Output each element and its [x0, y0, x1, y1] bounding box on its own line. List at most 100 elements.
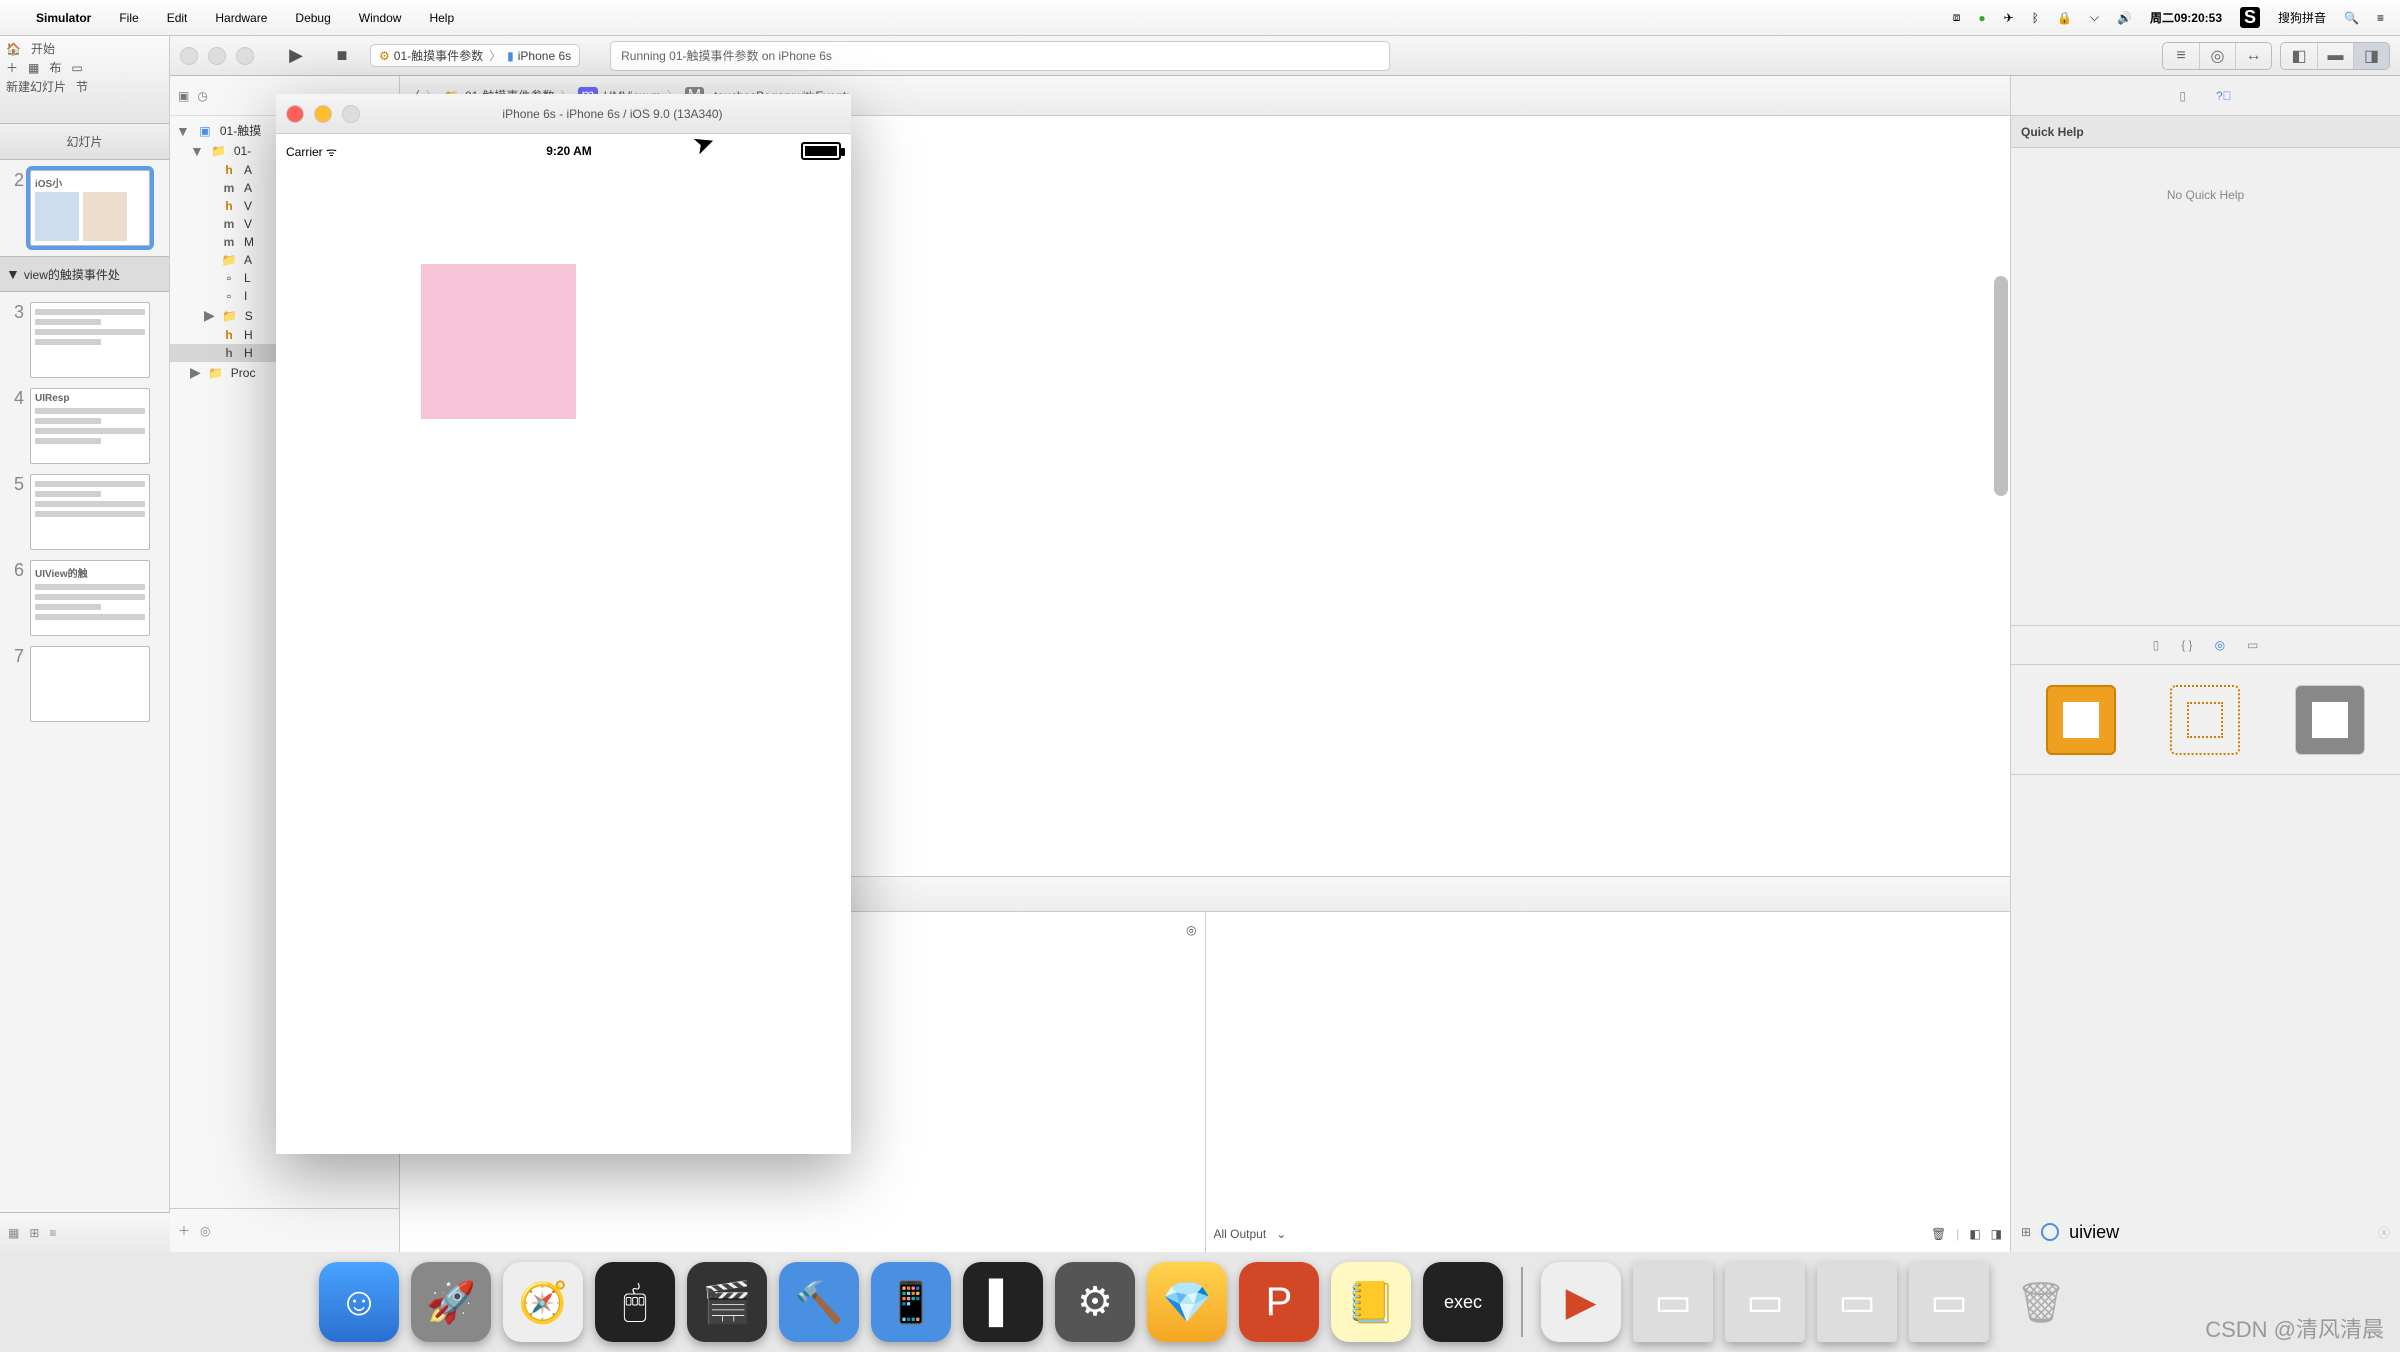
library-item-view[interactable]	[2295, 685, 2365, 755]
stop-button[interactable]: ■	[324, 42, 360, 70]
dock-powerpoint[interactable]: P	[1239, 1262, 1319, 1342]
editor-mode-segment[interactable]: ≡◎↔	[2162, 42, 2272, 70]
outline-view-icon[interactable]: ≡	[49, 1226, 56, 1240]
dock-media-player[interactable]: ▶	[1541, 1262, 1621, 1342]
window-controls[interactable]	[286, 105, 360, 123]
menu-file[interactable]: File	[119, 11, 138, 25]
slide-thumbnail[interactable]	[30, 646, 150, 722]
slide-item[interactable]: 7	[6, 646, 163, 722]
grid-view-icon[interactable]: ⊞	[29, 1226, 39, 1240]
library-filter-input[interactable]	[2069, 1222, 2368, 1243]
panel-toggle-segment[interactable]: ◧▬◨	[2280, 42, 2390, 70]
ime-icon[interactable]: S	[2240, 7, 2260, 28]
trash-icon[interactable]: 🗑	[1931, 1227, 1946, 1241]
filter-scope-icon[interactable]	[2041, 1223, 2059, 1241]
window-controls[interactable]	[180, 47, 254, 65]
clock[interactable]: 周二09:20:53	[2150, 9, 2222, 26]
library-tabs[interactable]: ▯ { } ◎ ▭	[2011, 625, 2400, 665]
dock-notes[interactable]: 📒	[1331, 1262, 1411, 1342]
outline-section[interactable]: ▼view的触摸事件处	[0, 256, 169, 292]
dock-sketch[interactable]: 💎	[1147, 1262, 1227, 1342]
dock-simulator[interactable]: 📱	[871, 1262, 951, 1342]
newslide-label[interactable]: 新建幻灯片	[6, 78, 66, 95]
split-left-icon[interactable]: ◧	[1969, 1227, 1980, 1241]
console-scope[interactable]: All Output	[1214, 1227, 1267, 1241]
slide-thumbnail[interactable]: UIResp	[30, 388, 150, 464]
dock-trash[interactable]: 🗑	[2001, 1262, 2081, 1342]
simulator-window[interactable]: iPhone 6s - iPhone 6s / iOS 9.0 (13A340)…	[276, 94, 851, 1154]
run-button[interactable]: ▶	[278, 42, 314, 70]
screen-record-icon[interactable]: ⧈	[1953, 10, 1961, 25]
dock-stack-3[interactable]: ▭	[1817, 1262, 1897, 1342]
bluetooth-icon[interactable]: ᛒ	[2032, 11, 2039, 25]
slide-item[interactable]: 3	[6, 302, 163, 378]
filter-icon[interactable]: ◎	[1186, 923, 1196, 937]
menu-hardware[interactable]: Hardware	[215, 11, 267, 25]
dock-quicktime[interactable]: 🎬	[687, 1262, 767, 1342]
wifi-icon[interactable]: ⌵	[2090, 10, 2099, 25]
slide-thumbnail[interactable]: UIView的触	[30, 560, 150, 636]
grid-icon[interactable]: ⊞	[2021, 1225, 2031, 1239]
ime-label[interactable]: 搜狗拼音	[2278, 9, 2326, 26]
slide-thumbnail[interactable]: iOS小	[30, 170, 150, 246]
quickhelp-inspector-icon[interactable]: ?⃝	[2216, 89, 2232, 103]
filter-icon[interactable]: ◎	[200, 1224, 210, 1238]
menu-edit[interactable]: Edit	[167, 11, 188, 25]
clear-icon[interactable]: ⓧ	[2378, 1224, 2390, 1241]
dock-terminal[interactable]: ▌	[963, 1262, 1043, 1342]
dock[interactable]: ☺ 🚀 🧭 🖱 🎬 🔨 📱 ▌ ⚙ 💎 P 📒 exec ▶ ▭ ▭ ▭ ▭ 🗑	[0, 1252, 2400, 1352]
slide-item[interactable]: 4UIResp	[6, 388, 163, 464]
pink-view[interactable]	[421, 264, 576, 419]
dock-safari[interactable]: 🧭	[503, 1262, 583, 1342]
menu-window[interactable]: Window	[359, 11, 402, 25]
slide-item[interactable]: 6UIView的触	[6, 560, 163, 636]
notification-center-icon[interactable]: ≡	[2377, 11, 2384, 25]
simulator-titlebar[interactable]: iPhone 6s - iPhone 6s / iOS 9.0 (13A340)	[276, 94, 851, 134]
dock-settings[interactable]: ⚙	[1055, 1262, 1135, 1342]
menu-help[interactable]: Help	[429, 11, 454, 25]
section-icon[interactable]: ▭	[71, 61, 82, 75]
dock-xcode[interactable]: 🔨	[779, 1262, 859, 1342]
slide-thumbnail[interactable]	[30, 302, 150, 378]
scheme-selector[interactable]: ⚙ 01-触摸事件参数 〉 ▮ iPhone 6s	[370, 44, 580, 67]
layout-icon[interactable]: ▦	[28, 61, 39, 75]
add-icon[interactable]: ＋	[178, 1222, 190, 1239]
dock-stack-2[interactable]: ▭	[1725, 1262, 1805, 1342]
home-icon[interactable]: 🏠	[6, 42, 21, 56]
file-template-icon[interactable]: ▯	[2153, 638, 2160, 652]
dock-exec[interactable]: exec	[1423, 1262, 1503, 1342]
dock-stack-1[interactable]: ▭	[1633, 1262, 1713, 1342]
editor-scrollbar[interactable]	[1994, 276, 2008, 496]
thumb-view-icon[interactable]: ▦	[8, 1226, 19, 1240]
dock-stack-4[interactable]: ▭	[1909, 1262, 1989, 1342]
code-snippet-icon[interactable]: { }	[2181, 638, 2192, 652]
airplane-icon[interactable]: ✈︎	[2004, 11, 2014, 25]
slides-list[interactable]: 2 iOS小	[0, 160, 169, 256]
search-icon[interactable]: 🔍	[2344, 11, 2359, 25]
add-slide-icon[interactable]: ＋	[6, 59, 18, 76]
media-library-icon[interactable]: ▭	[2247, 638, 2258, 652]
inspector-tabs[interactable]: ▯ ?⃝	[2011, 76, 2400, 116]
object-library-icon[interactable]: ◎	[2215, 638, 2225, 652]
slides-tab[interactable]: 幻灯片	[0, 124, 169, 160]
slide-thumbnail[interactable]	[30, 474, 150, 550]
dock-launchpad[interactable]: 🚀	[411, 1262, 491, 1342]
library-item-view-controller[interactable]	[2046, 685, 2116, 755]
console-view[interactable]: All Output ⌄ 🗑 | ◧ ◨	[1206, 912, 2011, 1252]
slide-item[interactable]: 2 iOS小	[6, 170, 163, 246]
xcode-right-toolbar: ≡◎↔ ◧▬◨	[2162, 42, 2390, 70]
app-name[interactable]: Simulator	[36, 11, 91, 25]
lock-icon[interactable]: 🔒	[2057, 11, 2072, 25]
library-item-container[interactable]	[2170, 685, 2240, 755]
split-right-icon[interactable]: ◨	[1991, 1227, 2002, 1241]
dock-finder[interactable]: ☺	[319, 1262, 399, 1342]
object-library[interactable]	[2011, 665, 2400, 775]
menu-debug[interactable]: Debug	[295, 11, 330, 25]
volume-icon[interactable]: 🔊	[2117, 11, 2132, 25]
file-inspector-icon[interactable]: ▯	[2179, 89, 2186, 103]
slide-item[interactable]: 5	[6, 474, 163, 550]
simulator-screen[interactable]: Carrier ᯤ 9:20 AM	[276, 134, 851, 1154]
running-icon[interactable]: ●	[1978, 11, 1985, 25]
slides-list[interactable]: 3 4UIResp 5 6UIView的触 7	[0, 292, 169, 732]
dock-mouse-app[interactable]: 🖱	[595, 1262, 675, 1342]
